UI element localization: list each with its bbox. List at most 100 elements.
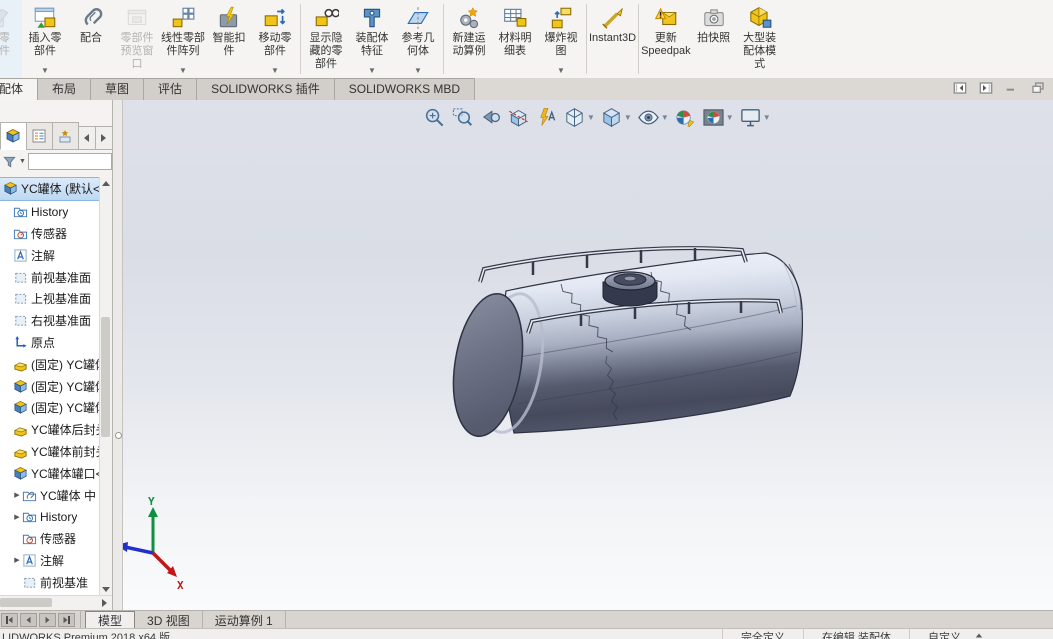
dropdown-arrow-icon[interactable]: ▼ [557,67,565,75]
ribbon-tab-2[interactable]: 布局 [37,78,92,100]
configuration-tab[interactable] [51,122,79,150]
graphics-viewport[interactable]: Y Z X ▼ ▼ ▼ ▼ ▼ [123,100,1053,610]
toolbar-button-insert-component[interactable]: 插入零 部件 ▼ [22,0,68,78]
headsup-view-settings[interactable]: ▼ [738,105,772,130]
headsup-section-view[interactable] [506,105,531,130]
headsup-previous-view[interactable] [478,105,503,130]
next-tab-icon[interactable] [39,613,56,627]
tree-item[interactable]: (固定) YC罐体 [0,375,112,397]
tree-item[interactable]: 上视基准面 [0,288,112,310]
fm-tab-scroll-left[interactable] [77,126,96,150]
dropdown-arrow-icon[interactable]: ▼ [179,67,187,75]
dropdown-arrow-icon[interactable]: ▼ [763,113,771,122]
toolbar-button-instant3d[interactable]: Instant3D [589,0,636,78]
tree-item[interactable]: YC罐体罐口< [0,462,112,484]
restore-icon[interactable] [1029,80,1047,96]
tree-root-item[interactable]: YC罐体 (默认<默 [0,177,112,201]
fm-tab-scroll-right[interactable] [94,126,112,150]
ribbon-tab-1[interactable]: 配体 [0,78,39,100]
dropdown-arrow-icon[interactable]: ▼ [414,67,422,75]
dropdown-arrow-icon[interactable]: ▼ [726,113,734,122]
dropdown-arrow-icon[interactable]: ▼ [271,67,279,75]
ribbon-tab-4[interactable]: 评估 [143,78,198,100]
prev-tab-icon[interactable] [20,613,37,627]
tree-vertical-scrollbar[interactable] [99,177,112,596]
propertymanager-tab[interactable] [25,122,53,150]
feature-filter-input[interactable] [27,153,112,170]
toolbar-button-motion-study[interactable]: 新建运 动算例 [446,0,492,78]
tree-item[interactable]: 前视基准 [0,571,112,593]
headsup-zoom-area[interactable] [450,105,475,130]
first-tab-icon[interactable] [1,613,18,627]
headsup-view-orientation[interactable]: ▼ [562,105,596,130]
expander-icon[interactable]: ▶ [12,556,22,564]
tree-item-label: 原点 [31,335,56,350]
filter-funnel-icon[interactable] [2,154,17,169]
tree-item[interactable]: ▶ YC罐体 中 [0,484,112,506]
tree-item[interactable]: 右视基准面 [0,310,112,332]
smart-fasteners-icon [216,5,242,31]
plane-icon [13,313,28,328]
toolbar-button-mate[interactable]: 配合 [68,0,114,78]
toolbar-button-exploded-view[interactable]: 爆炸视图 ▼ [538,0,584,78]
tree-item[interactable]: 注解 [0,244,112,266]
toolbar-button-large-assembly-mode[interactable]: 大型装 配体模式 [737,0,783,78]
tree-item[interactable]: History [0,201,112,223]
toolbar-button-assembly-features[interactable]: 装配体 特征 ▼ [349,0,395,78]
ribbon-tab-3[interactable]: 草图 [90,78,145,100]
ribbon-tab-5[interactable]: SOLIDWORKS 插件 [196,78,335,100]
tank-model[interactable]: Y Z X [123,100,1053,610]
toolbar-button-show-hide-components[interactable]: 显示隐 藏的零 部件 [303,0,349,78]
featuremanager-tab[interactable] [0,122,27,150]
filter-dropdown-arrow[interactable]: ▼ [19,158,26,165]
headsup-display-style[interactable]: ▼ [599,105,633,130]
tree-item[interactable]: 传感器 [0,223,112,245]
toolbar-button-update-speedpak[interactable]: 更新 Speedpak [641,0,691,78]
tree-item[interactable]: YC罐体后封头 [0,419,112,441]
last-tab-icon[interactable] [58,613,75,627]
minimize-icon[interactable] [1003,80,1021,96]
toolbar-button-smart-fasteners[interactable]: 智能扣件 [206,0,252,78]
tree-item[interactable]: (固定) YC罐体 [0,397,112,419]
tree-item[interactable]: ▶ 注解 [0,550,112,572]
tree-item[interactable]: 传感器 [0,528,112,550]
headsup-annotation-view[interactable] [534,105,559,130]
tree-horizontal-scrollbar[interactable] [0,595,112,610]
ribbon-tab-6[interactable]: SOLIDWORKS MBD [333,78,476,100]
assembly-comp-icon [13,466,28,481]
sensors-folder-icon [13,226,28,241]
expander-icon[interactable]: ▶ [12,513,22,521]
tree-item[interactable]: 前视基准面 [0,266,112,288]
toolbar-button-snapshot[interactable]: 拍快照 [691,0,737,78]
tree-item[interactable]: 原点 [0,332,112,354]
bottom-tab-2[interactable]: 3D 视图 [135,611,203,629]
headsup-edit-appearance[interactable] [673,105,698,130]
hide-show-items-icon [637,106,660,129]
tank-manhole[interactable] [602,271,658,307]
bottom-tab-3[interactable]: 运动算例 1 [203,611,286,629]
customize-arrow-icon[interactable] [975,629,983,639]
toolbar-label: 爆炸视 [544,32,578,44]
collapse-right-pane-icon[interactable] [977,80,995,96]
bom-icon [502,5,528,31]
tree-item[interactable]: (固定) YC罐体 [0,353,112,375]
tree-item[interactable]: ▶ History [0,506,112,528]
toolbar-button-linear-pattern[interactable]: 线性零部 件阵列 ▼ [160,0,206,78]
dropdown-arrow-icon[interactable]: ▼ [368,67,376,75]
status-customize[interactable]: 自定义 [909,629,1053,639]
toolbar-button-bom[interactable]: 材料明 细表 [492,0,538,78]
bottom-tab-1[interactable]: 模型 [85,611,136,629]
collapse-left-pane-icon[interactable] [951,80,969,96]
headsup-zoom-fit[interactable] [422,105,447,130]
dropdown-arrow-icon[interactable]: ▼ [624,113,632,122]
tree-item[interactable]: YC罐体前封头 [0,441,112,463]
headsup-apply-scene[interactable]: ▼ [701,105,735,130]
toolbar-button-move-component[interactable]: 移动零 部件 ▼ [252,0,298,78]
toolbar-button-reference-geometry[interactable]: 参考几 何体 ▼ [395,0,441,78]
dropdown-arrow-icon[interactable]: ▼ [587,113,595,122]
headsup-hide-show-items[interactable]: ▼ [636,105,670,130]
dropdown-arrow-icon[interactable]: ▼ [41,67,49,75]
dropdown-arrow-icon[interactable]: ▼ [661,113,669,122]
panel-splitter[interactable] [113,100,123,610]
expander-icon[interactable]: ▶ [12,491,22,499]
